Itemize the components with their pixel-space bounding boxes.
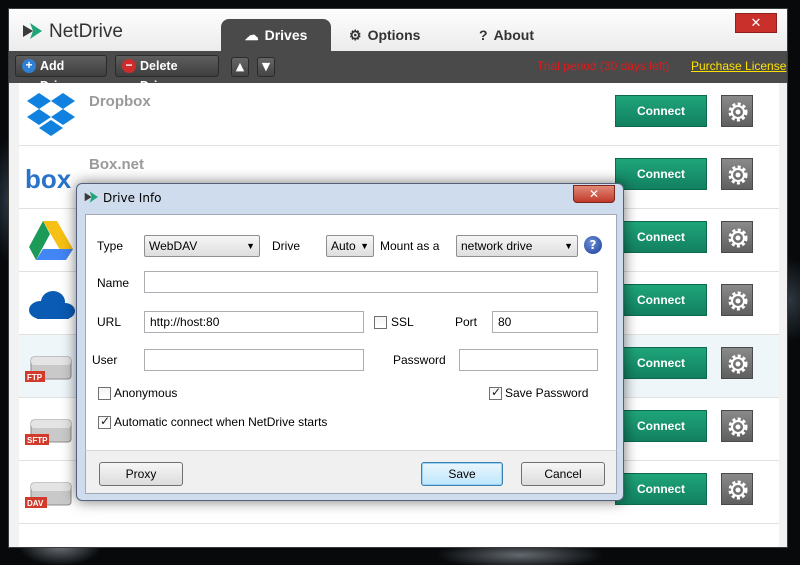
type-select[interactable]: WebDAV ▼ bbox=[144, 235, 260, 257]
window-close-button[interactable]: ✕ bbox=[735, 13, 777, 33]
drive-settings-button[interactable] bbox=[721, 95, 753, 127]
gear-icon bbox=[728, 291, 748, 311]
drive-letter-select[interactable]: Auto ▼ bbox=[326, 235, 374, 257]
name-label: Name bbox=[97, 276, 130, 290]
move-up-button[interactable]: ▲ bbox=[231, 57, 249, 77]
tab-options[interactable]: ⚙ Options bbox=[349, 19, 420, 51]
url-label: URL bbox=[97, 315, 122, 329]
svg-text:box: box bbox=[25, 164, 72, 194]
ftp-drive-icon: FTP bbox=[25, 356, 72, 382]
gear-icon bbox=[728, 165, 748, 185]
tab-about[interactable]: ? About bbox=[479, 19, 534, 51]
name-input[interactable] bbox=[144, 271, 598, 293]
drive-settings-button[interactable] bbox=[721, 221, 753, 253]
url-input[interactable]: http://host:80 bbox=[144, 311, 364, 333]
sftp-drive-icon: SFTP bbox=[25, 419, 72, 445]
drive-info-dialog: Drive Info ✕ Type WebDAV ▼ Drive Auto ▼ Mo… bbox=[76, 183, 624, 501]
minus-icon: − bbox=[122, 59, 136, 73]
onedrive-icon bbox=[29, 291, 75, 319]
anonymous-label: Anonymous bbox=[114, 386, 178, 400]
drive-settings-button[interactable] bbox=[721, 473, 753, 505]
add-drive-button[interactable]: + Add Drive bbox=[15, 55, 107, 93]
type-select-value: WebDAV bbox=[149, 239, 198, 253]
gear-icon bbox=[728, 102, 748, 122]
purchase-license-link[interactable]: Purchase License bbox=[691, 59, 786, 73]
check-icon: ✓ bbox=[491, 385, 502, 399]
drive-name: Box.net bbox=[89, 156, 145, 173]
ssl-label: SSL bbox=[391, 315, 414, 329]
connect-button[interactable]: Connect bbox=[615, 95, 707, 127]
type-label: Type bbox=[97, 239, 124, 253]
drive-row-dropbox[interactable]: Dropbox Connect bbox=[19, 83, 779, 146]
plus-icon: + bbox=[22, 59, 36, 73]
gear-icon bbox=[728, 417, 748, 437]
trial-period-text: Trial period (30 days left) bbox=[537, 59, 670, 73]
port-label: Port bbox=[455, 315, 478, 329]
user-label: User bbox=[92, 353, 118, 367]
drive-name: Dropbox bbox=[89, 93, 151, 110]
cancel-button[interactable]: Cancel bbox=[521, 462, 605, 486]
dialog-footer: Proxy Save Cancel bbox=[85, 450, 617, 494]
dropbox-icon bbox=[27, 93, 75, 136]
gear-icon bbox=[728, 354, 748, 374]
dialog-body: Type WebDAV ▼ Drive Auto ▼ Mount as a netw… bbox=[85, 214, 617, 464]
toolbar: + Add Drive − Delete Drive ▲ ▼ Trial per… bbox=[9, 51, 787, 93]
auto-connect-checkbox[interactable]: ✓ bbox=[98, 414, 111, 429]
netdrive-logo-icon bbox=[23, 23, 42, 39]
save-password-label: Save Password bbox=[505, 386, 589, 400]
chevron-down-icon: ▼ bbox=[246, 241, 255, 251]
auto-connect-label: Automatic connect when NetDrive starts bbox=[114, 415, 328, 429]
svg-text:DAV: DAV bbox=[27, 499, 44, 508]
connect-button[interactable]: Connect bbox=[615, 347, 707, 379]
drive-settings-button[interactable] bbox=[721, 410, 753, 442]
connect-button[interactable]: Connect bbox=[615, 221, 707, 253]
box-icon: box bbox=[25, 164, 72, 194]
save-button[interactable]: Save bbox=[421, 462, 503, 486]
app-title: NetDrive bbox=[49, 21, 123, 42]
connect-button[interactable]: Connect bbox=[615, 284, 707, 316]
mount-label: Mount as a bbox=[380, 239, 440, 253]
mount-type-select[interactable]: network drive ▼ bbox=[456, 235, 578, 257]
connect-button[interactable]: Connect bbox=[615, 410, 707, 442]
tab-drives[interactable]: ☁ Drives bbox=[221, 19, 331, 51]
check-icon: ✓ bbox=[100, 414, 111, 428]
drive-label: Drive bbox=[272, 239, 301, 253]
proxy-button[interactable]: Proxy bbox=[99, 462, 183, 486]
help-icon[interactable]: ? bbox=[584, 236, 602, 254]
port-input[interactable]: 80 bbox=[492, 311, 598, 333]
anonymous-checkbox[interactable] bbox=[98, 387, 111, 400]
svg-text:FTP: FTP bbox=[27, 373, 43, 382]
dav-drive-icon: DAV bbox=[25, 482, 72, 508]
svg-text:SFTP: SFTP bbox=[27, 436, 48, 445]
user-input[interactable] bbox=[144, 349, 364, 371]
chevron-down-icon: ▼ bbox=[360, 241, 369, 251]
dialog-title: Drive Info bbox=[103, 191, 162, 205]
gear-icon: ⚙ bbox=[349, 27, 362, 43]
gear-icon bbox=[728, 480, 748, 500]
password-input[interactable] bbox=[459, 349, 598, 371]
gear-icon bbox=[728, 228, 748, 248]
tab-label: About bbox=[493, 27, 534, 43]
save-password-checkbox[interactable]: ✓ bbox=[489, 385, 502, 400]
netdrive-logo-icon bbox=[84, 191, 98, 203]
connect-button[interactable]: Connect bbox=[615, 158, 707, 190]
dialog-close-button[interactable]: ✕ bbox=[573, 185, 615, 203]
delete-drive-button[interactable]: − Delete Drive bbox=[115, 55, 219, 93]
drive-settings-button[interactable] bbox=[721, 347, 753, 379]
password-label: Password bbox=[393, 353, 446, 367]
connect-button[interactable]: Connect bbox=[615, 473, 707, 505]
title-bar: NetDrive ☁ Drives ⚙ Options ? About ✕ bbox=[9, 9, 787, 51]
drive-select-value: Auto bbox=[331, 239, 356, 253]
google-drive-icon bbox=[29, 221, 73, 260]
move-down-button[interactable]: ▼ bbox=[257, 57, 275, 77]
ssl-checkbox[interactable] bbox=[374, 316, 387, 329]
question-icon: ? bbox=[479, 27, 488, 43]
tab-label: Drives bbox=[264, 27, 308, 43]
mount-select-value: network drive bbox=[461, 239, 533, 253]
chevron-down-icon: ▼ bbox=[564, 241, 573, 251]
drive-settings-button[interactable] bbox=[721, 158, 753, 190]
tab-label: Options bbox=[367, 27, 421, 43]
cloud-icon: ☁ bbox=[244, 27, 259, 43]
drive-settings-button[interactable] bbox=[721, 284, 753, 316]
